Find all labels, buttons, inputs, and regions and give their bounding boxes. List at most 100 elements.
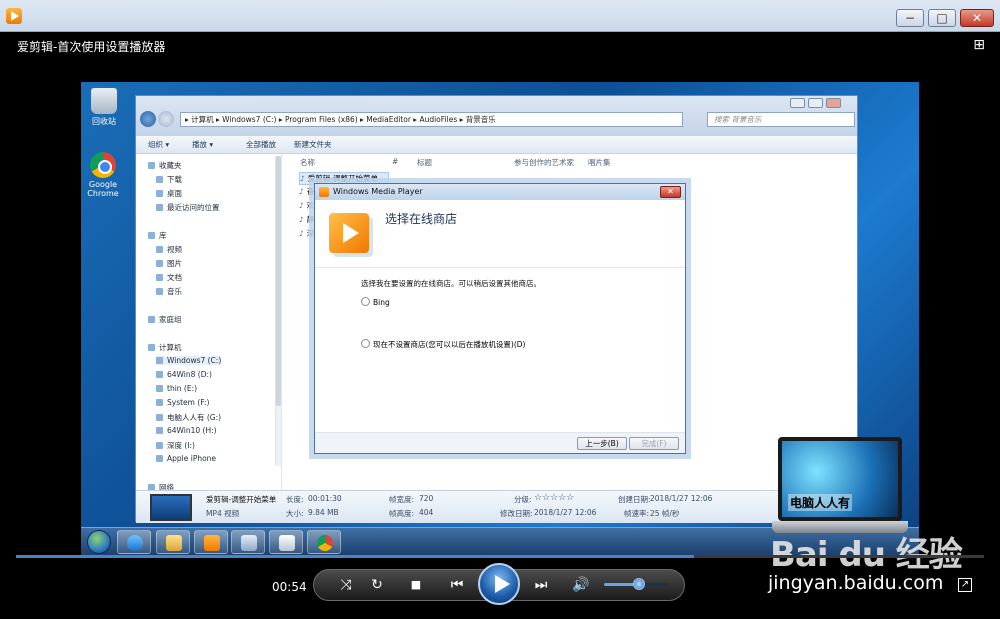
previous-icon[interactable]: ⏮	[444, 575, 470, 595]
nav-recent[interactable]: 最近访问的位置	[156, 202, 220, 213]
nav-music[interactable]: 音乐	[156, 286, 182, 297]
stop-icon[interactable]: ■	[405, 575, 427, 595]
nav-pictures[interactable]: 图片	[156, 258, 182, 269]
explorer-maximize-button[interactable]	[808, 98, 823, 108]
explorer-close-button[interactable]	[826, 98, 841, 108]
shuffle-icon[interactable]: ⤨	[335, 575, 357, 595]
search-input[interactable]: 搜索 背景音乐	[707, 112, 855, 127]
chrome-icon	[317, 535, 333, 551]
details-framerate-label: 帧速率:	[624, 509, 650, 518]
details-frame-width-label: 帧宽度:	[389, 495, 415, 504]
nav-scrollbar[interactable]	[275, 156, 281, 466]
nav-documents[interactable]: 文档	[156, 272, 182, 283]
chrome-icon	[90, 152, 116, 178]
back-button[interactable]: 上一步(B)	[577, 437, 627, 450]
address-bar[interactable]: ▸ 计算机 ▸ Windows7 (C:) ▸ Program Files (x…	[180, 112, 683, 127]
details-frame-width: 720	[419, 494, 434, 503]
nav-drive[interactable]: thin (E:)	[156, 384, 197, 393]
nav-desktop[interactable]: 桌面	[156, 188, 182, 199]
desktop-icon-recycle-bin[interactable]: 回收站	[82, 88, 126, 127]
details-file-name: 爱剪辑-调整开始菜单	[206, 495, 277, 504]
wmp-taskbar-button[interactable]	[194, 530, 228, 554]
nav-drive[interactable]: 电脑人人有 (G:)	[156, 412, 221, 423]
forward-icon[interactable]	[158, 111, 174, 127]
maximize-button[interactable]: □	[928, 9, 956, 27]
details-length: 00:01:30	[308, 494, 342, 503]
close-button[interactable]: ✕	[960, 9, 994, 27]
nav-drive[interactable]: 64Win8 (D:)	[156, 370, 212, 379]
dialog-heading: 选择在线商店	[385, 212, 458, 226]
wmp-app-icon[interactable]	[6, 8, 22, 24]
details-frame-height: 404	[419, 508, 434, 517]
scroll-thumb[interactable]	[276, 156, 281, 406]
nav-libraries[interactable]: 库	[148, 230, 167, 241]
column-header-name[interactable]: 名称	[300, 157, 315, 168]
desktop-icon-chrome[interactable]: Google Chrome	[81, 152, 125, 198]
baidu-watermark: Bai du 经验	[770, 535, 963, 575]
repeat-icon[interactable]: ↻	[366, 575, 388, 595]
details-frame-height-label: 帧高度:	[389, 509, 415, 518]
seek-bar[interactable]	[16, 555, 984, 558]
next-icon[interactable]: ⏭	[528, 575, 554, 595]
nav-favorites[interactable]: 收藏夹	[148, 160, 182, 171]
nav-homegroup[interactable]: 家庭组	[148, 314, 182, 325]
notepad-taskbar-button[interactable]	[269, 530, 303, 554]
details-framerate: 25 帧/秒	[650, 509, 680, 518]
details-size-label: 大小:	[286, 509, 304, 518]
nav-drive[interactable]: Apple iPhone	[156, 454, 216, 463]
back-icon[interactable]	[140, 111, 156, 127]
now-playing-title: 爱剪辑-首次使用设置播放器	[17, 40, 166, 54]
details-length-label: 长度:	[286, 495, 304, 504]
switch-to-library-icon[interactable]: ↗	[958, 578, 972, 592]
nav-downloads[interactable]: 下载	[156, 174, 182, 185]
ie-taskbar-button[interactable]	[117, 530, 151, 554]
chrome-taskbar-button[interactable]	[307, 530, 341, 554]
watermark-brand-text: 电脑人人有	[788, 494, 853, 511]
title-bar: − □ ✕	[0, 0, 1000, 32]
nav-videos[interactable]: 视频	[156, 244, 182, 255]
nav-drive[interactable]: 深度 (I:)	[156, 440, 195, 451]
app-taskbar-button[interactable]	[231, 530, 265, 554]
finish-button[interactable]: 完成(F)	[629, 437, 679, 450]
column-header-title[interactable]: 标题	[417, 157, 432, 168]
dialog-footer: 上一步(B) 完成(F)	[315, 432, 685, 453]
seek-progress	[16, 555, 694, 558]
explorer-taskbar-button[interactable]	[156, 530, 190, 554]
wmp-setup-dialog: Windows Media Player ✕ 选择在线商店 选择我在要设置的在线…	[314, 183, 686, 454]
explorer-toolbar: 组织 ▾ 播放 ▾ 全部播放 新建文件夹	[136, 136, 857, 154]
play-all-button[interactable]: 全部播放	[246, 136, 276, 154]
desktop-icon-label: Google Chrome	[87, 180, 119, 198]
dialog-header: 选择在线商店	[315, 201, 685, 268]
navigation-pane: 收藏夹 下载 桌面 最近访问的位置 库 视频 图片 文档 音乐 家庭组 计算机 …	[136, 154, 282, 492]
organize-button[interactable]: 组织 ▾	[148, 136, 169, 154]
volume-icon[interactable]: 🔊	[570, 575, 592, 595]
elapsed-time: 00:54	[272, 580, 307, 594]
dialog-close-button[interactable]: ✕	[660, 186, 681, 198]
rating-stars[interactable]: ☆☆☆☆☆	[534, 493, 574, 503]
nav-drive[interactable]: 64Win10 (H:)	[156, 426, 217, 435]
column-header-artist[interactable]: 参与创作的艺术家	[514, 157, 574, 168]
details-modified: 2018/1/27 12:06	[534, 508, 597, 517]
column-header-number[interactable]: #	[392, 157, 398, 166]
nav-computer[interactable]: 计算机	[148, 342, 182, 353]
nav-drive[interactable]: System (F:)	[156, 398, 209, 407]
minimize-button[interactable]: −	[896, 9, 924, 27]
column-header-album[interactable]: 唱片集	[588, 157, 611, 168]
wmp-logo-icon	[329, 213, 369, 253]
ie-icon	[127, 535, 143, 551]
new-folder-button[interactable]: 新建文件夹	[294, 136, 332, 154]
details-pane: 爱剪辑-调整开始菜单 MP4 视频 长度: 00:01:30 大小: 9.84 …	[136, 490, 857, 523]
radio-bing[interactable]: Bing	[361, 297, 390, 307]
dialog-instruction: 选择我在要设置的在线商店。可以稍后设置其他商店。	[361, 279, 541, 288]
details-rating-label: 分级:	[514, 495, 532, 504]
play-menu-button[interactable]: 播放 ▾	[192, 136, 213, 154]
play-icon[interactable]	[478, 563, 520, 605]
dialog-title: Windows Media Player	[315, 184, 685, 200]
explorer-minimize-button[interactable]	[790, 98, 805, 108]
radio-setup-later[interactable]: 现在不设置商店(您可以以后在播放机设置)(D)	[361, 339, 525, 350]
grid-collapse-icon[interactable]: ⊞	[973, 37, 985, 53]
nav-drive[interactable]: Windows7 (C:)	[156, 356, 222, 365]
notepad-icon	[279, 535, 295, 551]
window-icon	[241, 535, 257, 551]
start-button[interactable]	[87, 530, 111, 554]
